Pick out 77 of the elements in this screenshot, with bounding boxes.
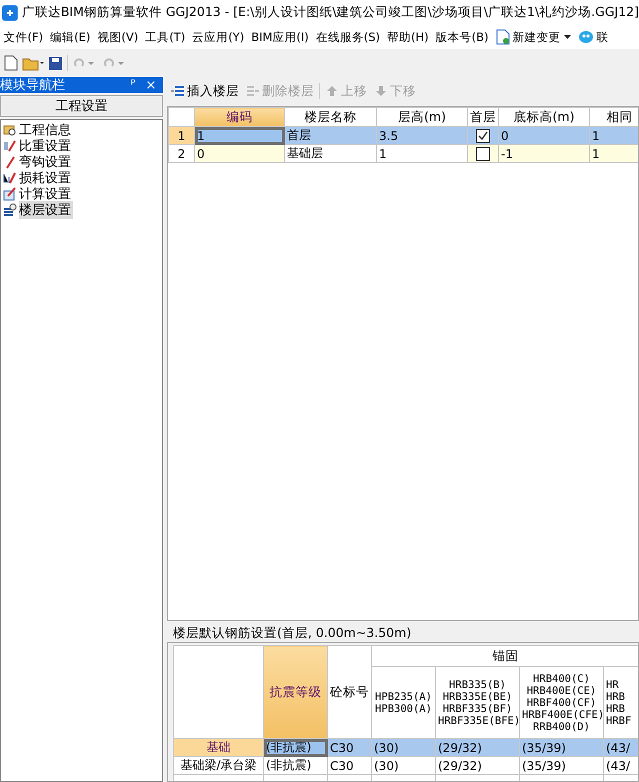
column-header[interactable]: 楼层名称: [284, 108, 376, 126]
nav-panel-title: 模块导航栏: [0, 77, 66, 94]
section-button[interactable]: 工程设置: [0, 95, 163, 117]
column-header: HRB400(C) HRB400E(CE) HRBF400(CF) HRBF400E(CFE) RRB400(D): [520, 666, 604, 738]
menu-item[interactable]: BIM应用(I): [248, 30, 312, 44]
nav-item[interactable]: 工程信息: [19, 121, 73, 139]
mascot-icon: [578, 30, 594, 44]
table-cell: (30): [372, 756, 436, 774]
nav-item[interactable]: 弯钩设置: [19, 153, 73, 171]
column-header: HRB335(B) HRB335E(BE) HRBF335(BF) HRBF335E(BFE): [436, 666, 520, 738]
column-header[interactable]: 首层: [468, 108, 498, 126]
toolbar-button[interactable]: 插入楼层: [169, 82, 241, 100]
menu-item[interactable]: 联: [574, 30, 612, 44]
table-cell: (29/32): [436, 738, 520, 756]
menu-item[interactable]: 版本号(B): [432, 30, 492, 44]
menu-item[interactable]: 帮助(H): [384, 30, 432, 44]
nav-item[interactable]: 比重设置: [19, 137, 73, 155]
notepad-pencil-icon: [3, 187, 17, 201]
table-cell: C30: [328, 738, 372, 756]
new-file-icon[interactable]: [4, 55, 18, 71]
column-header: HR HRB HRB HRBF: [604, 666, 638, 738]
menu-item[interactable]: 视图(V): [94, 30, 142, 44]
column-header[interactable]: 砼标号: [328, 646, 372, 738]
table-cell: 1: [590, 126, 638, 144]
caret-icon: [564, 35, 571, 39]
table-cell: (35/39): [520, 738, 604, 756]
column-header[interactable]: 抗震等级: [264, 646, 328, 738]
down-arrow-icon: [374, 84, 388, 98]
menu-item[interactable]: 在线服务(S): [312, 30, 384, 44]
document-icon: [496, 29, 510, 45]
delete-rows-icon: [246, 84, 260, 98]
nav-item[interactable]: 楼层设置: [19, 201, 73, 219]
table-cell: 首层: [284, 126, 376, 144]
table-cell: 基础层: [284, 144, 376, 162]
table-cell: (30): [372, 738, 436, 756]
table-cell: 1: [590, 144, 638, 162]
up-arrow-icon: [325, 84, 339, 98]
checkbox[interactable]: [476, 128, 490, 143]
table-cell: -1: [498, 144, 590, 162]
row-number: 2: [168, 144, 194, 162]
column-header[interactable]: 相同: [590, 108, 638, 126]
table-cell: 1: [194, 126, 284, 144]
table-cell: (35/39): [520, 756, 604, 774]
column-header: HPB235(A) HPB300(A): [372, 666, 436, 738]
row-number: 1: [168, 126, 194, 144]
stack-search-icon: [3, 203, 17, 217]
nav-item[interactable]: 计算设置: [19, 185, 73, 203]
section-title: 楼层默认钢筋设置(首层, 0.00m~3.50m): [172, 625, 412, 642]
table-cell: 0: [194, 144, 284, 162]
table-cell: 0: [498, 126, 590, 144]
table-cell: (43/: [604, 756, 638, 774]
table-cell: C30: [328, 756, 372, 774]
table-cell: (43/: [604, 738, 638, 756]
checkmark-icon: [478, 130, 488, 141]
table-cell: (非抗震): [264, 756, 328, 774]
checkbox[interactable]: [476, 146, 490, 161]
window-title: 广联达BIM钢筋算量软件 GGJ2013 - [E:\别人设计图纸\建筑公司竣工图\沙场项目\广联达1\礼约沙场.GGJ12]: [22, 4, 639, 21]
menu-item[interactable]: 云应用(Y): [188, 30, 248, 44]
menu-item[interactable]: 工具(T): [142, 30, 189, 44]
column-header[interactable]: 编码: [194, 108, 284, 126]
row-header: 基础: [174, 738, 264, 756]
pin-button[interactable]: ᴾ: [124, 78, 142, 92]
table-cell: (29/32): [436, 756, 520, 774]
save-icon[interactable]: [48, 56, 63, 70]
nav-item[interactable]: 损耗设置: [19, 169, 73, 187]
menu-item[interactable]: 文件(F): [0, 30, 47, 44]
group-header: 锚固: [372, 646, 638, 666]
table-cell: 3.5: [376, 126, 468, 144]
column-header[interactable]: 层高(m): [376, 108, 468, 126]
close-button[interactable]: ×: [142, 78, 160, 92]
menu-item[interactable]: 新建变更: [492, 29, 574, 45]
column-header[interactable]: 底标高(m): [498, 108, 590, 126]
magnifier-folder-icon: [3, 123, 17, 137]
row-header: 基础梁/承台梁: [174, 756, 264, 774]
insert-rows-icon: [171, 84, 185, 98]
menu-item[interactable]: 编辑(E): [46, 30, 94, 44]
table-cell: 1: [376, 144, 468, 162]
